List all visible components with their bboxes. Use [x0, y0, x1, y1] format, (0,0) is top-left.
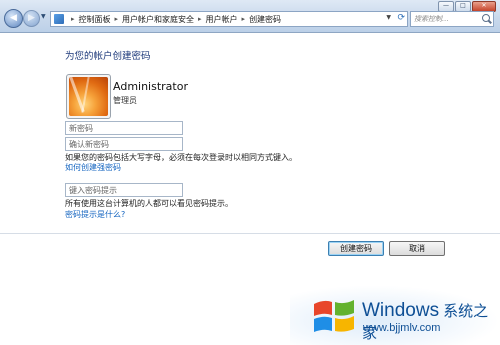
new-password-placeholder: 新密码 [69, 124, 93, 133]
hint-notice: 所有使用这台计算机的人都可以看见密码提示。 [65, 199, 233, 208]
new-password-field[interactable]: 新密码 [65, 121, 183, 135]
back-arrow-icon: ◀ [10, 13, 17, 23]
windows-logo-icon [314, 300, 354, 332]
forward-button[interactable]: ▶ [23, 10, 40, 27]
address-bar[interactable]: ▸ 控制面板 ▸ 用户帐户和家庭安全 ▸ 用户帐户 ▸ 创建密码 ▼ ⟳ [50, 11, 408, 27]
breadcrumb: ▸ 控制面板 ▸ 用户帐户和家庭安全 ▸ 用户帐户 ▸ 创建密码 [67, 14, 281, 25]
user-name: Administrator [113, 80, 188, 93]
avatar [66, 74, 111, 119]
password-hint-field[interactable]: 键入密码提示 [65, 183, 183, 197]
search-icon[interactable] [482, 14, 490, 22]
user-picture-flower-icon [69, 77, 108, 116]
breadcrumb-user-accounts-family[interactable]: 用户帐户和家庭安全 [122, 14, 194, 25]
forward-arrow-icon: ▶ [28, 13, 35, 23]
search-placeholder: 搜索控制... [414, 15, 449, 23]
confirm-password-field[interactable]: 确认新密码 [65, 137, 183, 151]
password-hint-link[interactable]: 密码提示是什么? [65, 209, 125, 220]
recent-pages-chevron-icon[interactable]: ▼ [41, 13, 46, 20]
footer-divider [0, 233, 500, 234]
breadcrumb-chevron-icon[interactable]: ▸ [198, 15, 202, 23]
breadcrumb-chevron-icon[interactable]: ▸ [115, 15, 119, 23]
control-panel-icon [54, 14, 64, 24]
watermark-url: www.bjjmlv.com [363, 322, 441, 334]
watermark-brand-en: Windows [362, 300, 440, 321]
user-role: 管理员 [113, 96, 137, 105]
breadcrumb-user-accounts[interactable]: 用户帐户 [206, 14, 238, 25]
confirm-password-placeholder: 确认新密码 [69, 140, 109, 149]
password-hint-placeholder: 键入密码提示 [69, 186, 117, 195]
breadcrumb-chevron-icon[interactable]: ▸ [242, 15, 246, 23]
title-address-bar: — □ ✕ ◀ ▶ ▼ ▸ 控制面板 ▸ 用户帐户和家庭安全 ▸ 用户帐户 ▸ … [0, 0, 500, 33]
breadcrumb-create-password[interactable]: 创建密码 [249, 14, 281, 25]
strong-password-link[interactable]: 如何创建强密码 [65, 162, 121, 173]
address-dropdown-icon[interactable]: ▼ [386, 14, 391, 21]
search-input[interactable]: 搜索控制... [410, 11, 494, 27]
create-password-button[interactable]: 创建密码 [328, 241, 384, 256]
page-title: 为您的帐户创建密码 [65, 51, 151, 62]
breadcrumb-control-panel[interactable]: 控制面板 [79, 14, 111, 25]
breadcrumb-chevron-icon: ▸ [71, 15, 75, 23]
back-button[interactable]: ◀ [4, 9, 23, 28]
cancel-button[interactable]: 取消 [389, 241, 445, 256]
refresh-icon[interactable]: ⟳ [397, 13, 405, 23]
